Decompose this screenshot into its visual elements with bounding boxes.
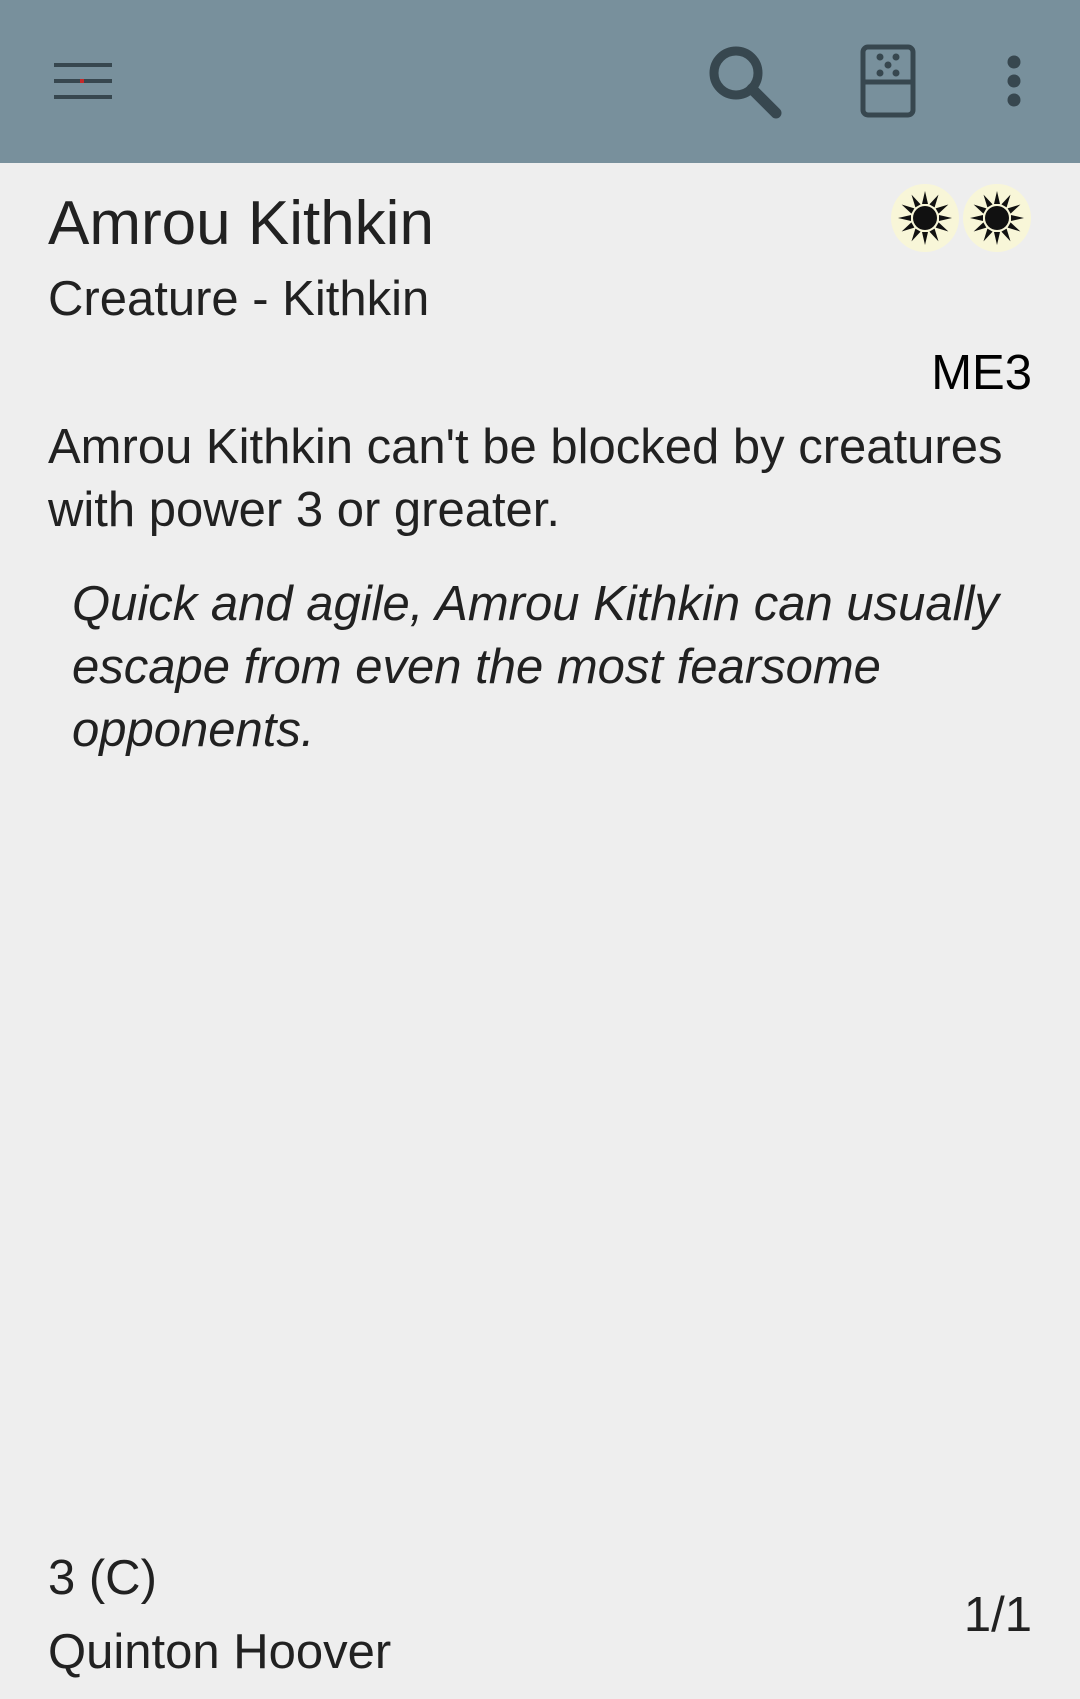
app-toolbar <box>0 0 1080 163</box>
dice-icon <box>860 44 916 118</box>
random-card-button[interactable] <box>832 25 944 137</box>
set-code[interactable]: ME3 <box>931 343 1032 403</box>
menu-button[interactable] <box>28 25 140 137</box>
power-toughness: 1/1 <box>963 1588 1032 1642</box>
card-name: Amrou Kithkin <box>48 189 434 258</box>
hamburger-menu-icon <box>54 63 112 99</box>
cmc-rarity: 3 (C) <box>48 1551 157 1605</box>
flavor-text: Quick and agile, Amrou Kithkin can usual… <box>72 577 999 757</box>
more-vert-icon <box>1007 55 1021 107</box>
white-mana-icon <box>891 184 959 252</box>
card-type-line: Creature - Kithkin <box>48 272 430 326</box>
rules-text: Amrou Kithkin can't be blocked by creatu… <box>48 420 1003 537</box>
mana-cost <box>890 183 1032 253</box>
white-mana-icon <box>963 184 1031 252</box>
card-detail: Amrou Kithkin Creature - Kithkin ME3 Amr… <box>0 163 1080 1699</box>
search-icon <box>709 46 782 119</box>
overflow-menu-button[interactable] <box>964 25 1064 137</box>
search-button[interactable] <box>688 25 800 137</box>
artist-name: Quinton Hoover <box>48 1625 392 1679</box>
